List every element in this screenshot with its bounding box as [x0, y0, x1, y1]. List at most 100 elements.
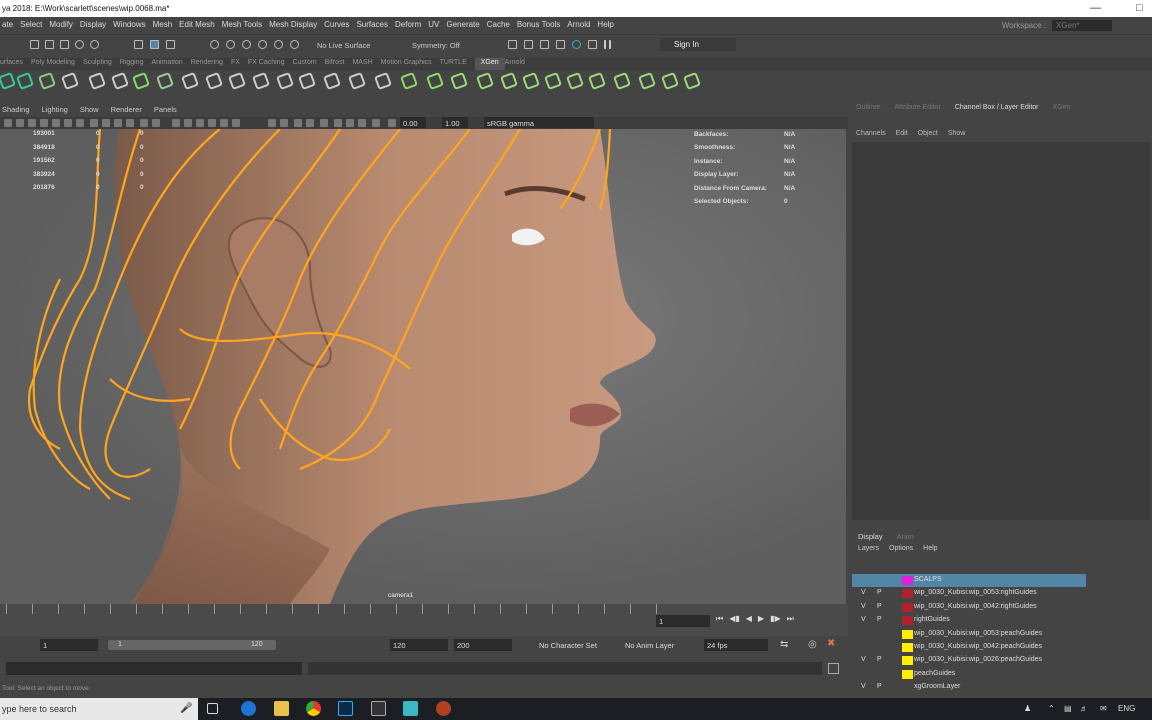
shelf-tool-icon[interactable]: [205, 72, 223, 90]
shelf-tool-icon[interactable]: [276, 72, 294, 90]
select-by-component-icon[interactable]: [166, 40, 175, 49]
viewport-tool-icon[interactable]: [184, 119, 192, 127]
layer-playback-toggle[interactable]: P: [877, 656, 882, 663]
play-forward-icon[interactable]: ▶: [758, 614, 764, 624]
new-scene-icon[interactable]: [30, 40, 39, 49]
layer-playback-toggle[interactable]: P: [877, 589, 882, 596]
auto-key-icon[interactable]: ◎: [808, 639, 817, 650]
shelf-tab[interactable]: Sculpting: [83, 58, 120, 70]
viewport-menu-item[interactable]: Lighting: [42, 105, 68, 116]
play-back-icon[interactable]: ◀: [746, 614, 752, 624]
loop-icon[interactable]: ⇆: [780, 639, 788, 650]
shelf-tool-icon[interactable]: [638, 72, 656, 90]
shelf-tool-icon[interactable]: [228, 72, 246, 90]
pause-render-icon[interactable]: [604, 40, 611, 49]
redo-icon[interactable]: [90, 40, 99, 49]
shelf-tab[interactable]: urfaces: [0, 58, 31, 70]
camera-app-icon[interactable]: [371, 701, 386, 716]
recorder-icon[interactable]: [436, 701, 451, 716]
arnold-render-icon[interactable]: [588, 40, 597, 49]
microphone-icon[interactable]: 🎤: [180, 703, 192, 714]
layer-row[interactable]: peachGuides: [852, 668, 1150, 681]
channel-menu-item[interactable]: Edit: [896, 130, 908, 137]
mel-input[interactable]: [6, 662, 302, 675]
viewport-tool-icon[interactable]: [306, 119, 314, 127]
chrome-icon[interactable]: [306, 701, 321, 716]
ipr-render-icon[interactable]: [540, 40, 549, 49]
layer-row[interactable]: V Pwip_0030_Kubisi:wip_0026:peachGuides: [852, 654, 1150, 667]
menu-item[interactable]: Surfaces: [354, 20, 388, 29]
layer-color-swatch[interactable]: [902, 576, 913, 585]
people-icon[interactable]: ♟: [1024, 704, 1031, 713]
shelf-tool-icon[interactable]: [323, 72, 341, 90]
layer-visibility-toggle[interactable]: V: [861, 603, 866, 610]
color-space-dropdown[interactable]: sRGB gamma: [484, 117, 594, 128]
symmetry-dropdown[interactable]: Symmetry: Off: [412, 41, 460, 50]
range-slider[interactable]: 1 120: [108, 640, 276, 650]
minimize-icon[interactable]: —: [1090, 2, 1101, 14]
channel-menu-item[interactable]: Object: [918, 130, 938, 137]
script-editor-icon[interactable]: [828, 663, 839, 674]
shelf-tool-icon[interactable]: [426, 72, 444, 90]
layer-menu-item[interactable]: Help: [923, 545, 937, 552]
fps-dropdown[interactable]: 24 fps: [704, 639, 768, 651]
layer-visibility-toggle[interactable]: V: [861, 683, 866, 690]
shelf-tool-icon[interactable]: [522, 72, 540, 90]
viewport-tool-icon[interactable]: [268, 119, 276, 127]
viewport-tool-icon[interactable]: [114, 119, 122, 127]
menu-item[interactable]: Arnold: [565, 20, 590, 29]
render-current-icon[interactable]: [524, 40, 533, 49]
viewport-tool-icon[interactable]: [76, 119, 84, 127]
snap-view-icon[interactable]: [258, 40, 267, 49]
current-frame-field[interactable]: 1: [656, 615, 710, 627]
shelf-tool-icon[interactable]: [348, 72, 366, 90]
anim-end-field[interactable]: 200: [454, 639, 512, 651]
viewport-tool-icon[interactable]: [4, 119, 12, 127]
save-scene-icon[interactable]: [60, 40, 69, 49]
menu-item[interactable]: Help: [595, 20, 613, 29]
file-explorer-icon[interactable]: [274, 701, 289, 716]
viewport-tool-icon[interactable]: [372, 119, 380, 127]
photoshop-icon[interactable]: [338, 701, 353, 716]
shelf-tab[interactable]: Bifrost: [325, 58, 353, 70]
snap-surface-icon[interactable]: [274, 40, 283, 49]
shelf-tool-icon[interactable]: [476, 72, 494, 90]
hypershade-icon[interactable]: [572, 40, 581, 49]
shelf-tab[interactable]: Rendering: [191, 58, 231, 70]
shelf-tool-icon[interactable]: [61, 72, 79, 90]
network-icon[interactable]: ▤: [1064, 704, 1072, 713]
volume-icon[interactable]: ♬: [1080, 704, 1088, 713]
layer-playback-toggle[interactable]: P: [877, 683, 882, 690]
viewport-menu-item[interactable]: Panels: [154, 105, 177, 116]
viewport-tool-icon[interactable]: [232, 119, 240, 127]
render-view-icon[interactable]: [508, 40, 517, 49]
layer-row[interactable]: wip_0030_Kubisi:wip_0042:peachGuides: [852, 641, 1150, 654]
shelf-tab[interactable]: FX: [231, 58, 248, 70]
shelf-tool-icon[interactable]: [38, 72, 56, 90]
taskbar-search[interactable]: ype here to search 🎤: [0, 698, 198, 720]
layer-row[interactable]: V Pwip_0030_Kubisi:wip_0042:rightGuides: [852, 601, 1150, 614]
select-by-hierarchy-icon[interactable]: [134, 40, 143, 49]
anim-layer-dropdown[interactable]: No Anim Layer: [622, 639, 692, 651]
shelf-tab[interactable]: Arnold: [505, 58, 533, 70]
start-frame-field[interactable]: 1: [40, 639, 98, 651]
snap-point-icon[interactable]: [242, 40, 251, 49]
viewport-tool-icon[interactable]: [40, 119, 48, 127]
step-back-icon[interactable]: ◀▮: [729, 614, 740, 624]
layer-color-swatch[interactable]: [902, 669, 913, 679]
shelf-tab[interactable]: TURTLE: [440, 58, 475, 70]
layer-color-swatch[interactable]: [902, 629, 913, 639]
menu-item[interactable]: UV: [426, 20, 439, 29]
shelf-tool-icon[interactable]: [252, 72, 270, 90]
snap-vertex-icon[interactable]: [290, 40, 299, 49]
layer-color-swatch[interactable]: [902, 602, 913, 612]
layer-visibility-toggle[interactable]: V: [861, 589, 866, 596]
menu-item[interactable]: Edit Mesh: [177, 20, 215, 29]
shelf-tool-icon[interactable]: [374, 72, 392, 90]
menu-item[interactable]: ate: [0, 20, 13, 29]
menu-item[interactable]: Bonus Tools: [515, 20, 560, 29]
shelf-tab[interactable]: Motion Graphics: [381, 58, 440, 70]
viewport-tool-icon[interactable]: [90, 119, 98, 127]
3d-viewport[interactable]: 193001 0 0 384918 0 0 191562 0 0 383924 0 0 201876 0 0…: [0, 129, 846, 604]
shelf-tool-icon[interactable]: [111, 72, 129, 90]
